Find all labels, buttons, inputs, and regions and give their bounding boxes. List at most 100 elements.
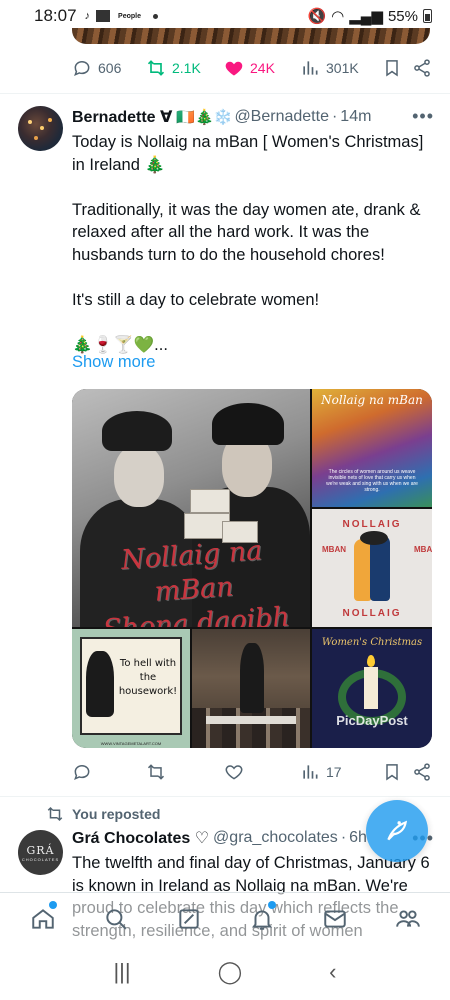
more-options-icon[interactable]: ••• [412, 106, 434, 127]
tile-side-label-left: MBAN [322, 545, 346, 554]
tweet-divider [0, 796, 450, 797]
communities-icon [395, 909, 420, 927]
status-right-icons: 🔇 ◠ ▂▄▆ 55% [307, 7, 432, 25]
reply-button[interactable] [72, 762, 146, 782]
avatar-logo-text: GRÁ [26, 843, 55, 857]
table [206, 716, 296, 724]
notification-badge [267, 900, 276, 909]
woman-right-hat [212, 403, 284, 445]
bookmark-button[interactable] [382, 762, 412, 782]
like-button[interactable]: 24K [224, 58, 300, 78]
nav-communities[interactable] [388, 899, 428, 939]
tile-side-label-right: MBAN [414, 545, 432, 554]
tweet-header: Bernadette ∀ 🇮🇪🎄❄️ @Bernadette · 14m [72, 107, 442, 127]
heart-icon [225, 61, 243, 76]
mute-icon: 🔇 [307, 8, 327, 25]
avatar[interactable]: GRÁ CHOCOLATES [18, 830, 63, 875]
collage-main-script-text: Nollaig na mBan Shona daoibh [101, 535, 291, 627]
collage-main-photo: Nollaig na mBan Shona daoibh [72, 389, 310, 627]
back-icon[interactable]: ‹ [329, 959, 336, 985]
author-name-emojis: 🇮🇪🎄❄️ [176, 109, 233, 126]
heart-icon [225, 765, 243, 780]
separator-dot: · [331, 108, 338, 125]
repost-count: 2.1K [172, 60, 201, 76]
show-more-link[interactable]: Show more [72, 353, 155, 372]
tweet-timestamp[interactable]: 14m [340, 108, 371, 126]
views-icon [303, 61, 318, 75]
poster-text: To hell with the housework! [118, 658, 178, 697]
views-count: 301K [326, 60, 359, 76]
author-handle[interactable]: @Bernadette [234, 108, 329, 126]
tweet-image-collage[interactable]: Nollaig na mBan Shona daoibh Nollaig na … [72, 389, 432, 748]
bookmark-icon [386, 60, 398, 77]
nav-search[interactable] [96, 899, 136, 939]
standing-woman [240, 643, 264, 713]
repost-indicator: You reposted [46, 805, 160, 823]
tile-caption: The circles of women around us weave inv… [326, 469, 418, 493]
tweet-divider [0, 93, 450, 94]
system-navigation-bar: ||| ◯ ‹ [0, 944, 450, 1000]
recent-apps-icon[interactable]: ||| [113, 959, 130, 985]
views-button[interactable]: 17 [300, 762, 382, 782]
bookmark-icon [386, 764, 398, 781]
previous-tweet-image[interactable] [72, 28, 430, 44]
bookmark-button[interactable] [382, 58, 412, 78]
author-name[interactable]: Bernadette ∀ [72, 107, 172, 127]
grok-icon [178, 908, 199, 929]
reply-button[interactable]: 606 [72, 58, 146, 78]
new-posts-badge [48, 900, 57, 909]
signal-icon: ▂▄▆ [349, 8, 383, 25]
compose-button[interactable] [366, 800, 428, 862]
status-left-icons: ♪ People [85, 10, 158, 22]
nav-messages[interactable] [315, 899, 355, 939]
nav-home[interactable] [23, 899, 63, 939]
status-time: 18:07 [34, 6, 77, 25]
notification-thumbnail-icon [96, 10, 111, 22]
views-count: 17 [326, 764, 342, 780]
nav-notifications[interactable] [242, 899, 282, 939]
collage-tile-poster: To hell with the housework! WWW.VINTAGEM… [72, 629, 190, 748]
tweet-timestamp[interactable]: 6h [349, 829, 367, 847]
share-button[interactable] [412, 762, 436, 782]
repost-icon [47, 806, 63, 822]
repost-icon [147, 60, 165, 76]
tweet-actions: 17 [72, 762, 436, 782]
home-icon [31, 908, 54, 929]
wifi-icon: ◠ [331, 8, 345, 25]
reply-count: 606 [98, 60, 122, 76]
tile-bottom-label: NOLLAIG [342, 608, 402, 619]
views-button[interactable]: 301K [300, 58, 382, 78]
woman-left-hat [102, 411, 172, 451]
reply-icon [74, 60, 90, 77]
repost-label: You reposted [72, 806, 161, 822]
home-circle-icon[interactable]: ◯ [218, 959, 243, 985]
avatar[interactable] [18, 106, 63, 151]
woman-left-face [114, 445, 164, 507]
more-notifications-dot-icon [153, 13, 158, 19]
tile-title: Nollaig na mBan [321, 393, 423, 407]
poster-lady [86, 651, 114, 717]
notification-label: People [118, 12, 141, 20]
repost-button[interactable] [146, 762, 224, 782]
crowd [192, 708, 310, 748]
author-name[interactable]: Grá Chocolates ♡ [72, 828, 209, 848]
poster-url: WWW.VINTAGEMETALART.COM [100, 741, 162, 746]
tweet-text: Today is Nollaig na mBan [ Women's Chris… [72, 133, 424, 355]
tile-title: Women's Christmas [321, 637, 423, 648]
repost-button[interactable]: 2.1K [146, 58, 224, 78]
gift-box [190, 489, 230, 513]
share-button[interactable] [412, 58, 436, 78]
like-button[interactable] [224, 762, 300, 782]
bell-icon [251, 909, 272, 930]
collage-tile-dancers: Nollaig na mBan The circles of women aro… [312, 389, 432, 507]
nav-grok[interactable] [169, 899, 209, 939]
tile-top-label: NOLLAIG [342, 519, 402, 530]
collage-tile-candle: Women's Christmas PicDayPost [312, 629, 432, 748]
author-handle[interactable]: @gra_chocolates [213, 829, 338, 847]
compose-feather-icon [387, 820, 408, 841]
mail-icon [323, 909, 346, 928]
flame [367, 655, 375, 667]
battery-icon [423, 9, 432, 23]
figure-hair [360, 531, 388, 545]
views-icon [303, 765, 318, 779]
